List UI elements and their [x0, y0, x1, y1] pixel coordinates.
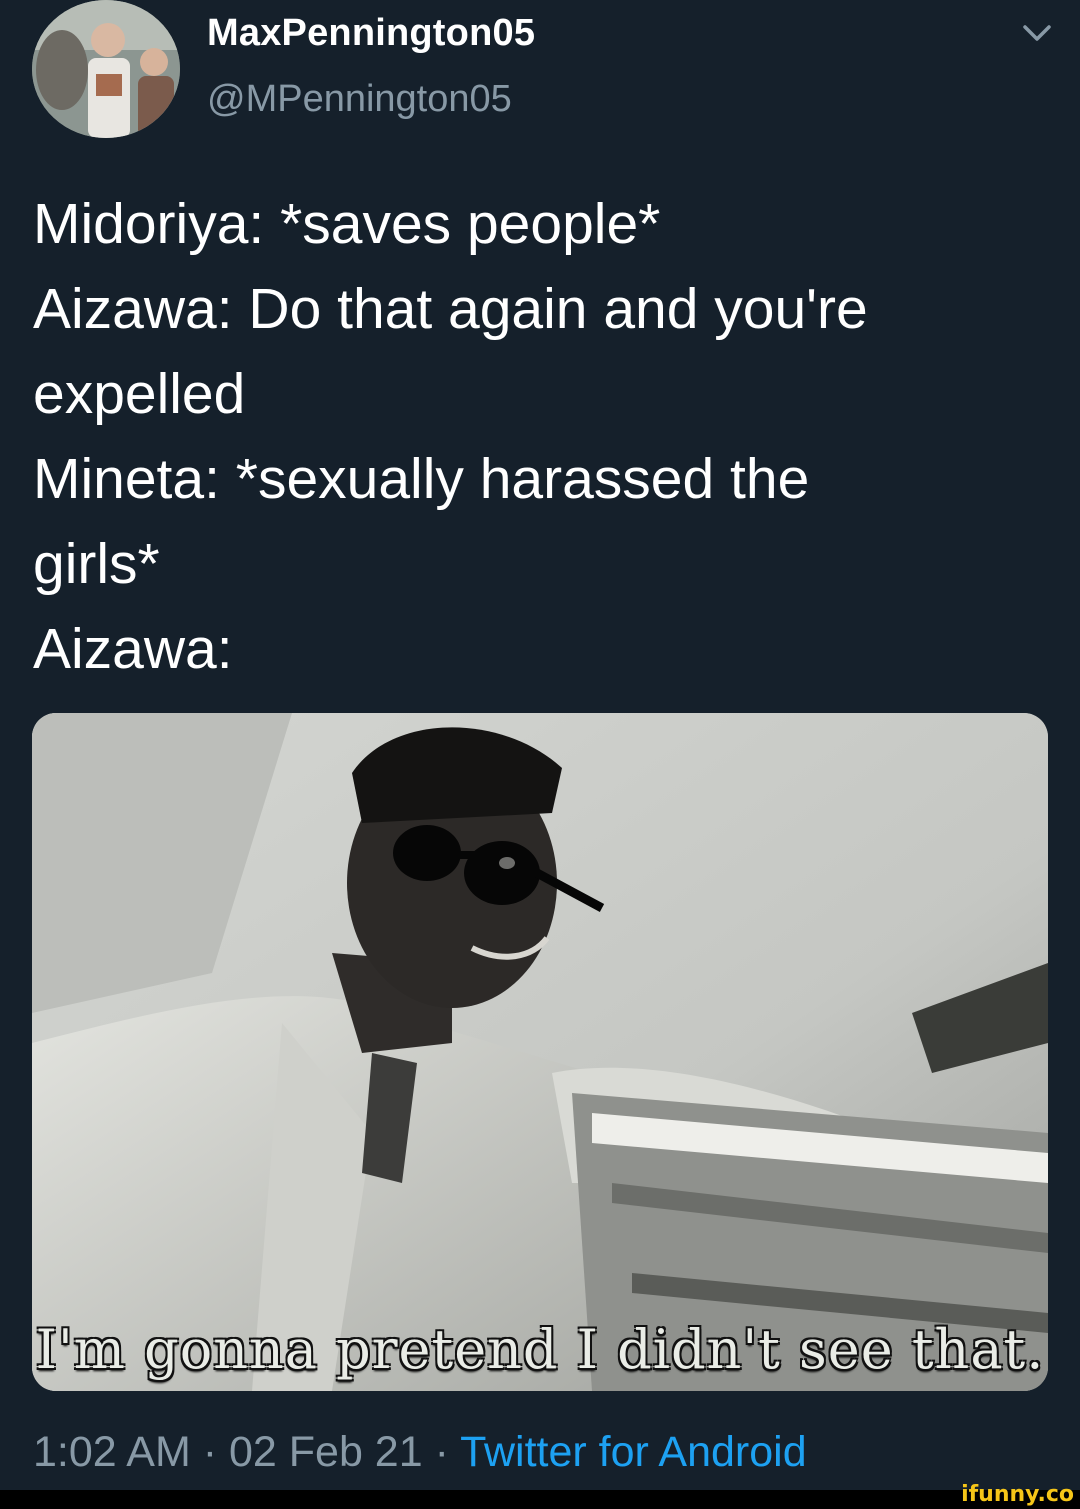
- avatar[interactable]: [32, 0, 180, 138]
- tweet-text-line: Aizawa:: [33, 617, 233, 681]
- tweet: MaxPennington05 @MPennington05 Midoriya:…: [0, 0, 1080, 1490]
- handle[interactable]: @MPennington05: [207, 78, 512, 121]
- avatar-photo: [32, 0, 180, 138]
- tweet-metadata: 1:02 AM · 02 Feb 21 · Twitter for Androi…: [33, 1428, 807, 1477]
- chevron-down-icon[interactable]: [1020, 22, 1054, 46]
- footer-bar: [0, 1490, 1080, 1509]
- tweet-date[interactable]: 02 Feb 21: [229, 1428, 423, 1476]
- tweet-time[interactable]: 1:02 AM: [33, 1428, 191, 1476]
- display-name[interactable]: MaxPennington05: [207, 12, 535, 55]
- meta-separator: ·: [422, 1428, 461, 1476]
- meta-separator: ·: [190, 1428, 229, 1476]
- tweet-text-line: Midoriya: *saves people*: [33, 192, 661, 256]
- tweet-text-line: girls*: [33, 532, 160, 596]
- tweet-text-line: Aizawa: Do that again and you're: [33, 277, 868, 341]
- tweet-text: Midoriya: *saves people* Aizawa: Do that…: [33, 182, 1043, 692]
- media-image: [32, 713, 1048, 1391]
- tweet-text-line: Mineta: *sexually harassed the: [33, 447, 810, 511]
- tweet-media[interactable]: I'm gonna pretend I didn't see that.: [32, 713, 1048, 1391]
- media-caption: I'm gonna pretend I didn't see that.: [35, 1318, 1045, 1381]
- watermark: ifunny.co: [961, 1482, 1074, 1507]
- tweet-source-link[interactable]: Twitter for Android: [460, 1428, 807, 1476]
- tweet-text-line: expelled: [33, 362, 246, 426]
